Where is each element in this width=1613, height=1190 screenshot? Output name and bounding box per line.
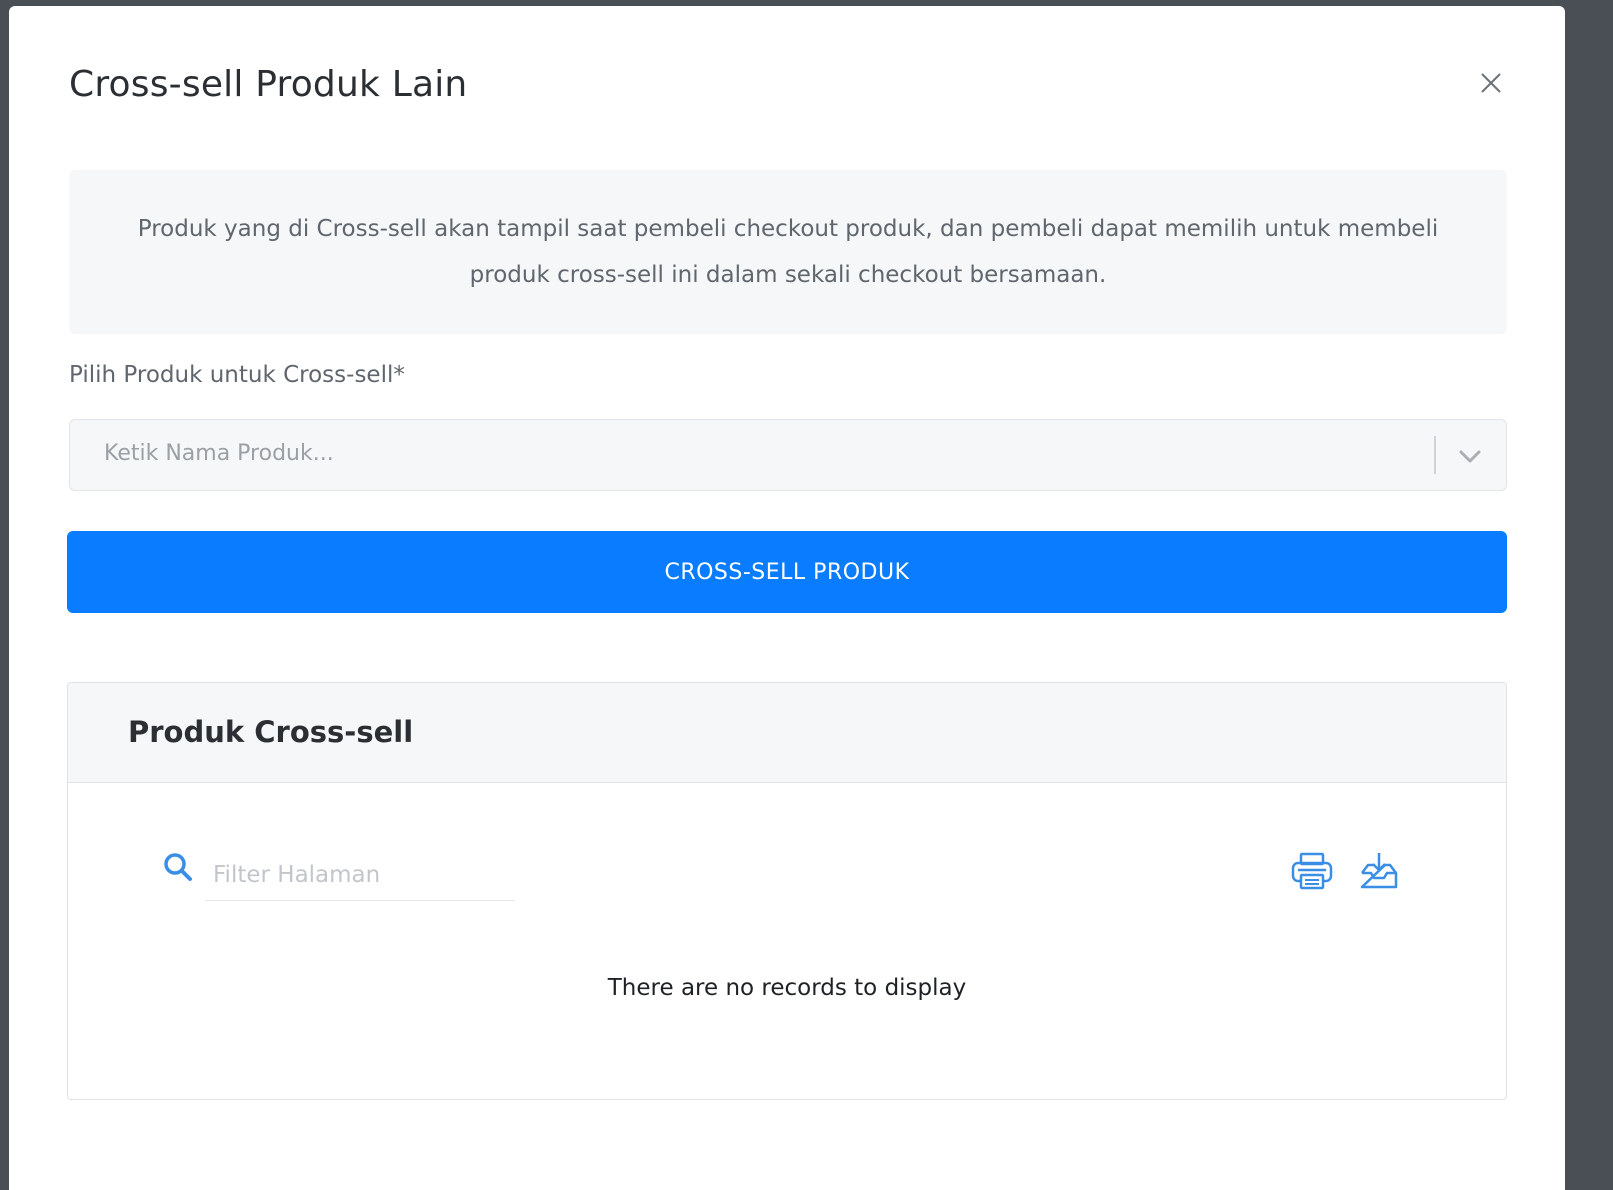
product-select[interactable]: Ketik Nama Produk...: [69, 419, 1507, 491]
chevron-down-icon: [1459, 450, 1481, 463]
product-select-label: Pilih Produk untuk Cross-sell*: [69, 362, 405, 388]
close-icon: [1481, 73, 1501, 93]
filter-input[interactable]: [205, 849, 515, 901]
card-title: Produk Cross-sell: [128, 715, 414, 749]
info-box: Produk yang di Cross-sell akan tampil sa…: [69, 170, 1507, 334]
card-header: Produk Cross-sell: [68, 683, 1506, 783]
download-icon: [1360, 853, 1398, 889]
download-button[interactable]: [1358, 851, 1400, 891]
empty-state-message: There are no records to display: [607, 975, 967, 1001]
info-text: Produk yang di Cross-sell akan tampil sa…: [137, 216, 1439, 288]
cross-sell-table-card: Produk Cross-sell Filter Halaman There a…: [67, 682, 1507, 1100]
close-button[interactable]: [1476, 68, 1506, 98]
cross-sell-submit-button[interactable]: CROSS-SELL PRODUK: [67, 531, 1507, 613]
select-dropdown-toggle[interactable]: [1456, 442, 1484, 470]
search-icon: [162, 851, 194, 883]
select-separator: [1434, 436, 1436, 474]
modal-title: Cross-sell Produk Lain: [69, 64, 468, 105]
print-icon: [1291, 852, 1333, 890]
print-button[interactable]: [1290, 851, 1334, 891]
cross-sell-modal: Cross-sell Produk Lain Produk yang di Cr…: [9, 6, 1565, 1190]
product-select-placeholder: Ketik Nama Produk...: [104, 441, 334, 466]
